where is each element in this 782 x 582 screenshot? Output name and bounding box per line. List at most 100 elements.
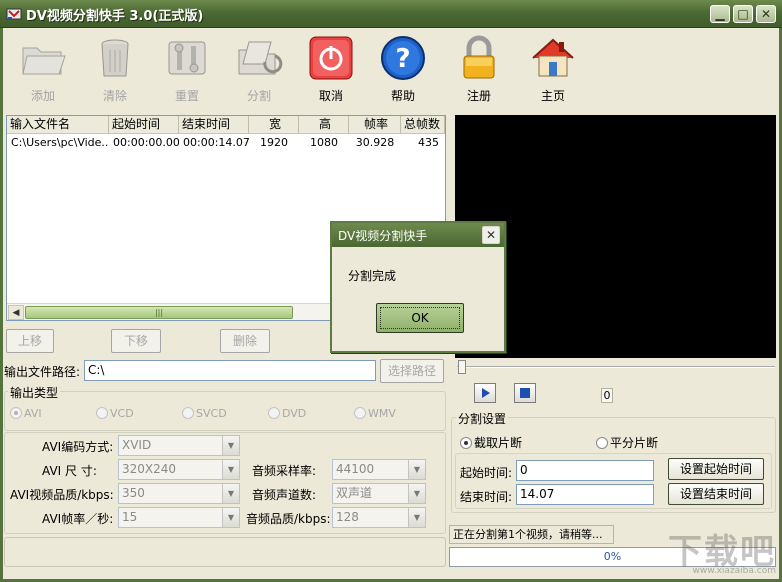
set-start-time-button[interactable]: 设置起始时间: [668, 458, 764, 480]
codec-label: AVI编码方式:: [42, 440, 114, 454]
dialog-close-button[interactable]: ✕: [482, 226, 500, 244]
video-quality-select[interactable]: 350 ▼: [118, 483, 240, 504]
sample-rate-value: 44100: [336, 462, 375, 476]
delete-button[interactable]: 删除: [220, 329, 270, 353]
register-button[interactable]: 注册: [444, 32, 514, 110]
completion-dialog: DV视频分割快手 ✕ 分割完成 OK: [330, 221, 506, 353]
chevron-down-icon[interactable]: ▼: [222, 436, 239, 455]
bottom-status-area: [4, 537, 446, 567]
radio-clip-mode[interactable]: 截取片断: [460, 434, 522, 451]
play-icon: [482, 388, 490, 398]
table-row[interactable]: C:\Users\pc\Vide... 00:00:00.00 00:00:14…: [7, 134, 445, 151]
chevron-down-icon[interactable]: ▼: [408, 460, 425, 479]
column-header[interactable]: 帧率: [349, 116, 401, 134]
add-button[interactable]: 添加: [8, 32, 78, 110]
position-readout: 0: [601, 388, 613, 403]
close-button[interactable]: ✕: [756, 5, 776, 23]
lock-icon: [463, 35, 495, 79]
radio-wmv[interactable]: WMV: [354, 407, 396, 420]
radio-label: DVD: [282, 407, 307, 420]
column-header[interactable]: 宽: [249, 116, 299, 134]
radio-avi[interactable]: AVI: [10, 407, 42, 420]
column-header[interactable]: 起始时间: [109, 116, 179, 134]
radio-label: SVCD: [196, 407, 227, 420]
audio-quality-label: 音频品质/kbps:: [246, 512, 331, 526]
fps-value: 15: [122, 510, 138, 524]
home-button[interactable]: 主页: [518, 32, 588, 110]
codec-select[interactable]: XVID ▼: [118, 435, 240, 456]
set-end-time-button[interactable]: 设置结束时间: [668, 483, 764, 505]
browse-button[interactable]: 选择路径: [380, 359, 444, 383]
watermark: 下载吧 www.xiazaiba.com: [636, 524, 782, 580]
start-time-label: 起始时间:: [460, 466, 513, 480]
cancel-label: 取消: [318, 89, 343, 103]
stop-button[interactable]: [514, 383, 536, 403]
radio-dvd[interactable]: DVD: [268, 407, 306, 420]
start-time-input[interactable]: 0: [516, 460, 654, 481]
fps-label: AVI帧率／秒:: [42, 512, 114, 526]
radio-label: AVI: [24, 407, 42, 420]
channels-select[interactable]: 双声道 ▼: [332, 483, 426, 504]
scroll-left-icon[interactable]: ◀: [8, 305, 24, 320]
column-header[interactable]: 结束时间: [179, 116, 249, 134]
title-bar[interactable]: DV视频分割快手 3.0(正式版) ▁ □ ✕: [0, 0, 782, 28]
chevron-down-icon[interactable]: ▼: [222, 508, 239, 527]
chevron-down-icon[interactable]: ▼: [222, 460, 239, 479]
video-quality-value: 350: [122, 486, 145, 500]
progress-value: 0%: [603, 550, 622, 563]
home-icon: [532, 38, 574, 77]
status-text: 正在分割第1个视频，请稍等...: [449, 525, 614, 544]
radio-dot: [268, 407, 280, 419]
maximize-button[interactable]: □: [733, 5, 753, 23]
seek-slider[interactable]: [455, 360, 776, 374]
column-header[interactable]: 输入文件名: [7, 116, 109, 134]
clear-label: 清除: [102, 89, 127, 103]
ok-button[interactable]: OK: [376, 303, 464, 333]
radio-vcd[interactable]: VCD: [96, 407, 134, 420]
output-type-title: 输出类型: [8, 384, 61, 401]
chevron-down-icon[interactable]: ▼: [408, 508, 425, 527]
radio-label: WMV: [368, 407, 396, 420]
video-quality-label: AVI视频品质/kbps:: [10, 488, 114, 502]
split-button[interactable]: 分割: [224, 32, 294, 110]
play-button[interactable]: [474, 383, 496, 403]
move-up-button[interactable]: 上移: [6, 329, 54, 353]
radio-svcd[interactable]: SVCD: [182, 407, 227, 420]
radio-dot: [10, 407, 22, 419]
move-down-button[interactable]: 下移: [111, 329, 161, 353]
table-cell: 00:00:14.07: [183, 136, 249, 149]
table-cell: 00:00:00.00: [113, 136, 179, 149]
end-time-input[interactable]: 14.07: [516, 484, 654, 505]
reset-button[interactable]: 重置: [152, 32, 222, 110]
radio-label: 平分片断: [610, 436, 659, 450]
cancel-button[interactable]: 取消: [296, 32, 366, 110]
table-cell: 30.928: [355, 136, 395, 149]
radio-even-mode[interactable]: 平分片断: [596, 434, 658, 451]
slider-handle[interactable]: [458, 360, 466, 374]
dialog-title: DV视频分割快手: [338, 229, 428, 243]
table-cell: 1080: [310, 136, 338, 149]
dialog-title-bar[interactable]: DV视频分割快手 ✕: [332, 223, 504, 247]
minimize-button[interactable]: ▁: [710, 5, 730, 23]
channels-value: 双声道: [336, 486, 373, 500]
chevron-down-icon[interactable]: ▼: [408, 484, 425, 503]
radio-dot: [460, 437, 472, 449]
audio-quality-select[interactable]: 128 ▼: [332, 507, 426, 528]
codec-value: XVID: [122, 438, 152, 452]
folder-icon: [22, 47, 66, 75]
clear-button[interactable]: 清除: [80, 32, 150, 110]
output-path-input[interactable]: C:\: [84, 360, 376, 381]
sample-rate-select[interactable]: 44100 ▼: [332, 459, 426, 480]
size-select[interactable]: 320X240 ▼: [118, 459, 240, 480]
app-icon: [6, 8, 22, 20]
chevron-down-icon[interactable]: ▼: [222, 484, 239, 503]
radio-label: VCD: [110, 407, 134, 420]
column-header[interactable]: 总帧数: [401, 116, 445, 134]
slider-track: [457, 366, 775, 368]
help-button[interactable]: ? 帮助: [368, 32, 438, 110]
sample-rate-label: 音频采样率:: [252, 464, 317, 478]
scroll-thumb[interactable]: |||: [25, 306, 293, 319]
column-header[interactable]: 高: [299, 116, 349, 134]
fps-select[interactable]: 15 ▼: [118, 507, 240, 528]
radio-dot: [596, 437, 608, 449]
